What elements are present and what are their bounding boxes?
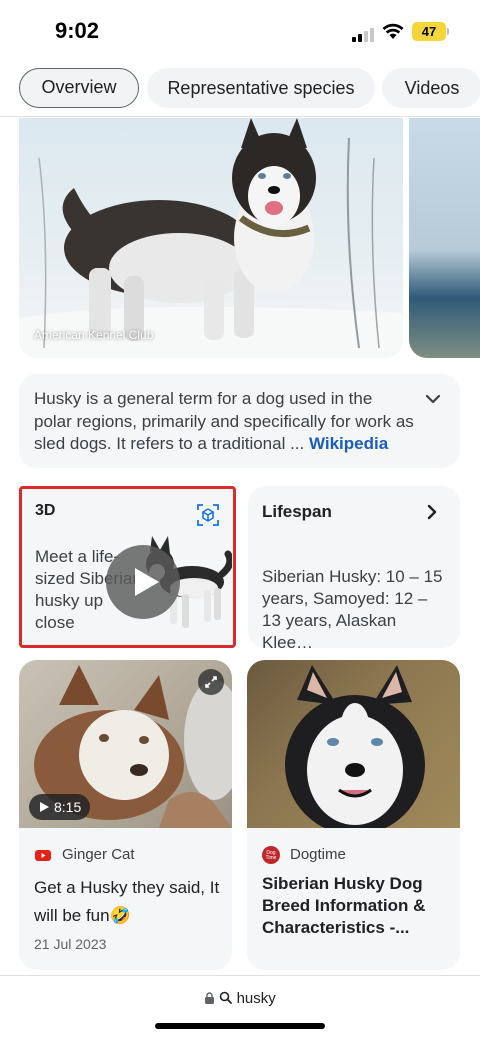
video-duration: 8:15: [29, 794, 91, 820]
tab-overview[interactable]: Overview: [19, 68, 139, 108]
article-thumbnail[interactable]: [247, 660, 460, 828]
dogtime-logo: Dog Time: [262, 846, 280, 864]
description-text: Husky is a general term for a dog used i…: [34, 389, 414, 453]
3d-model-card[interactable]: 3D Meet a life-sized Siberian husky up c…: [19, 486, 236, 648]
result-date: 21 Jul 2023: [34, 936, 107, 952]
url-display[interactable]: husky: [0, 990, 480, 1007]
play-icon: [135, 568, 159, 596]
status-bar: 9:02 47: [0, 0, 480, 62]
tab-representative-species[interactable]: Representative species: [147, 68, 375, 108]
description-card[interactable]: Husky is a general term for a dog used i…: [19, 374, 460, 468]
status-time: 9:02: [55, 18, 100, 43]
image-credit: American Kennel Club: [34, 328, 154, 342]
play-button[interactable]: [106, 545, 180, 619]
battery-indicator: 47: [412, 22, 446, 41]
result-title[interactable]: Get a Husky they said, It will be fun🤣: [34, 874, 224, 930]
cellular-signal-icon: [352, 26, 374, 42]
card-title: 3D: [35, 502, 56, 519]
play-icon: [40, 802, 49, 812]
husky-illustration: [19, 118, 403, 358]
address-bar[interactable]: husky: [0, 975, 480, 1039]
lifespan-card[interactable]: Lifespan Siberian Husky: 10 – 15 years, …: [248, 486, 460, 652]
lock-icon: [205, 992, 215, 1004]
wikipedia-link[interactable]: Wikipedia: [309, 434, 388, 453]
wifi-icon: [382, 23, 404, 39]
card-title: Lifespan: [262, 502, 332, 521]
chevron-right-icon[interactable]: [424, 503, 440, 521]
battery-tip: [447, 28, 449, 35]
video-thumbnail[interactable]: 8:15: [19, 660, 232, 828]
svg-text:Time: Time: [266, 855, 277, 861]
husky-thumbnail-image: [285, 665, 425, 828]
search-icon: [220, 991, 233, 1004]
chevron-down-icon[interactable]: [424, 390, 442, 408]
expand-icon[interactable]: [198, 669, 224, 695]
hero-image[interactable]: American Kennel Club: [19, 118, 403, 358]
hero-image-next[interactable]: [409, 118, 480, 358]
tab-videos[interactable]: Videos: [382, 68, 480, 108]
ar-cube-icon[interactable]: [197, 504, 219, 526]
result-title[interactable]: Siberian Husky Dog Breed Information & C…: [262, 873, 452, 939]
url-text: husky: [236, 990, 276, 1007]
home-indicator[interactable]: [155, 1023, 325, 1029]
divider: [0, 116, 480, 117]
tab-bar: Overview Representative species Videos: [19, 68, 480, 108]
article-result-card[interactable]: Dog Time Dogtime Siberian Husky Dog Bree…: [247, 660, 460, 970]
video-result-card[interactable]: 8:15 Ginger Cat Get a Husky they said, I…: [19, 660, 232, 970]
youtube-icon: [35, 850, 51, 861]
card-text: Siberian Husky: 10 – 15 years, Samoyed: …: [262, 567, 443, 652]
